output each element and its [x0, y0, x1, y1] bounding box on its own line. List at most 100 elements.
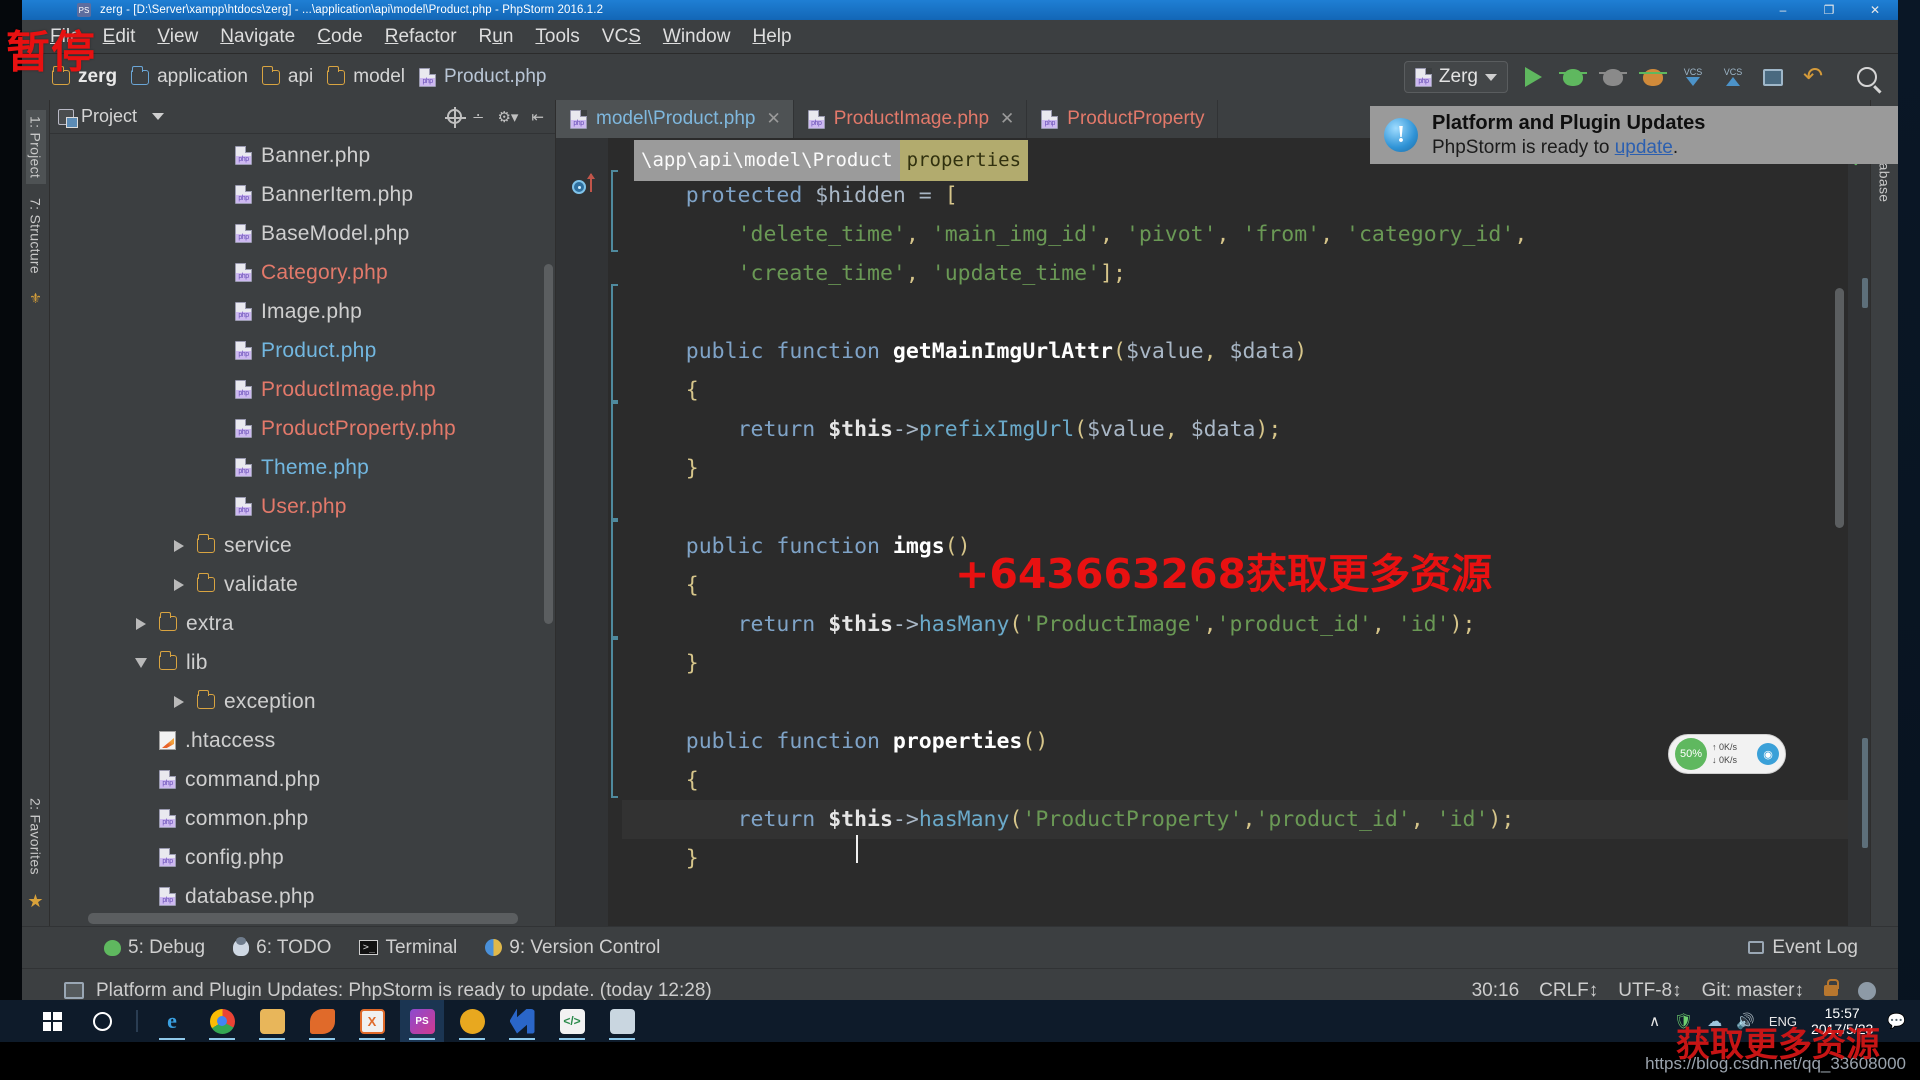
tree-collapse-toggle[interactable]	[132, 657, 150, 668]
caret-position[interactable]: 30:16	[1472, 980, 1520, 1002]
code-folding-strip[interactable]	[608, 138, 622, 926]
tree-item-extra[interactable]: extra	[50, 604, 555, 643]
rail-item-project[interactable]: 1: Project	[25, 110, 46, 185]
undo-button[interactable]: ↶	[1798, 62, 1828, 92]
breadcrumb-model[interactable]: model	[323, 64, 415, 90]
rail-item-structure[interactable]: 7: Structure	[26, 192, 46, 280]
run-configuration-selector[interactable]: Zerg	[1403, 61, 1508, 93]
menu-edit[interactable]: Edit	[93, 23, 146, 50]
xampp-button[interactable]: X	[350, 1000, 394, 1042]
tab-productproperty-php[interactable]: ProductProperty	[1027, 100, 1218, 138]
maximize-button[interactable]: ❐	[1806, 0, 1852, 20]
menu-window[interactable]: Window	[653, 23, 741, 50]
tree-expand-toggle[interactable]	[170, 695, 188, 708]
vcs-compare-button[interactable]	[1758, 62, 1788, 92]
update-link[interactable]: update	[1615, 137, 1673, 158]
tree-item-common-php[interactable]: common.php	[50, 799, 555, 838]
cortana-search-button[interactable]	[80, 1000, 124, 1042]
file-explorer-button[interactable]	[250, 1000, 294, 1042]
editor-vertical-scrollbar[interactable]	[1835, 288, 1844, 528]
toolwindow-debug[interactable]: 5: Debug	[104, 937, 205, 959]
menu-view[interactable]: View	[147, 23, 208, 50]
rail-item-favorites[interactable]: 2: Favorites	[26, 792, 46, 881]
project-tree[interactable]: Banner.php BannerItem.php BaseModel.php Cat…	[50, 134, 555, 926]
menu-vcs[interactable]: VCS	[592, 23, 651, 50]
tree-expand-toggle[interactable]	[170, 578, 188, 591]
tree-item-productimage-php[interactable]: ProductImage.php	[50, 370, 555, 409]
tree-item-service[interactable]: service	[50, 526, 555, 565]
ant-build-icon[interactable]: ⚜	[29, 290, 42, 307]
hide-panel-icon[interactable]: ⇤	[528, 108, 547, 126]
search-everywhere-button[interactable]	[1852, 62, 1882, 92]
tree-item-category-php[interactable]: Category.php	[50, 253, 555, 292]
tree-item-user-php[interactable]: User.php	[50, 487, 555, 526]
menu-navigate[interactable]: Navigate	[210, 23, 305, 50]
star-icon[interactable]: ★	[27, 891, 43, 912]
tree-item-lib[interactable]: lib	[50, 643, 555, 682]
status-message[interactable]: Platform and Plugin Updates: PhpStorm is…	[96, 980, 712, 1002]
menu-help[interactable]: Help	[742, 23, 801, 50]
coverage-button[interactable]	[1638, 62, 1668, 92]
tree-item-validate[interactable]: validate	[50, 565, 555, 604]
tree-item-exception[interactable]: exception	[50, 682, 555, 721]
tree-item-database-php[interactable]: database.php	[50, 877, 555, 916]
vcs-update-button[interactable]: VCS	[1678, 62, 1708, 92]
network-speed-widget[interactable]: 50% ↑ 0K/s ↓ 0K/s ◉	[1668, 734, 1786, 774]
close-icon[interactable]: ✕	[1000, 109, 1014, 129]
notification-balloon[interactable]: ! Platform and Plugin Updates PhpStorm i…	[1370, 106, 1898, 164]
globe-icon[interactable]: ◉	[1757, 743, 1779, 765]
menu-run[interactable]: Run	[469, 23, 524, 50]
minimize-button[interactable]: –	[1760, 0, 1806, 20]
tree-item-image-php[interactable]: Image.php	[50, 292, 555, 331]
tab-model-product-php[interactable]: model\Product.php ✕	[556, 100, 794, 138]
tree-item-command-php[interactable]: command.php	[50, 760, 555, 799]
menu-refactor[interactable]: Refactor	[375, 23, 467, 50]
close-icon[interactable]: ✕	[767, 109, 781, 129]
tree-item-htaccess[interactable]: .htaccess	[50, 721, 555, 760]
chrome-browser-button[interactable]	[200, 1000, 244, 1042]
tree-item-basemodel-php[interactable]: BaseModel.php	[50, 214, 555, 253]
chevron-down-icon[interactable]	[152, 113, 165, 120]
wechat-devtools-button[interactable]	[500, 1000, 544, 1042]
breadcrumb-application[interactable]: application	[127, 64, 258, 90]
line-separator[interactable]: CRLF↕	[1539, 980, 1598, 1002]
tree-item-config-php[interactable]: config.php	[50, 838, 555, 877]
navicat-button[interactable]	[450, 1000, 494, 1042]
project-tree-horizontal-scrollbar[interactable]	[88, 913, 518, 924]
breadcrumb-product-php[interactable]: Product.php	[415, 64, 556, 90]
menu-code[interactable]: Code	[307, 23, 372, 50]
toolwindow-terminal[interactable]: >_ Terminal	[359, 937, 457, 959]
git-branch[interactable]: Git: master↕	[1702, 980, 1804, 1002]
settings-gear-icon[interactable]: ⚙▾	[494, 108, 521, 126]
editor-marker-bar[interactable]: ✓	[1848, 138, 1870, 926]
debug-disabled-button[interactable]	[1598, 62, 1628, 92]
inspection-profile-icon[interactable]	[1858, 981, 1876, 1000]
vscode-button[interactable]: </>	[550, 1000, 594, 1042]
file-encoding[interactable]: UTF-8↕	[1618, 980, 1681, 1002]
debug-button[interactable]	[1558, 62, 1588, 92]
phpstorm-button[interactable]: PS	[400, 1000, 444, 1042]
tree-item-product-php[interactable]: Product.php	[50, 331, 555, 370]
breadcrumb-api[interactable]: api	[258, 64, 323, 90]
notification-center-icon[interactable]: 💬	[1887, 1012, 1906, 1030]
code-editor[interactable]: \app\api\model\Product properties protec…	[622, 138, 1848, 926]
close-button[interactable]: ✕	[1852, 0, 1898, 20]
lock-icon[interactable]	[1824, 979, 1839, 996]
tree-item-banner-php[interactable]: Banner.php	[50, 136, 555, 175]
tree-expand-toggle[interactable]	[132, 617, 150, 630]
toolwindow-event-log[interactable]: Event Log	[1748, 937, 1898, 959]
apache-button[interactable]	[300, 1000, 344, 1042]
run-button[interactable]	[1518, 62, 1548, 92]
toolwindow-version-control[interactable]: 9: Version Control	[485, 937, 660, 959]
tab-productimage-php[interactable]: ProductImage.php ✕	[794, 100, 1028, 138]
project-tree-vertical-scrollbar[interactable]	[544, 264, 553, 624]
scroll-from-source-icon[interactable]	[444, 107, 466, 128]
start-button[interactable]	[30, 1000, 74, 1042]
sublime-button[interactable]	[600, 1000, 644, 1042]
tree-item-theme-php[interactable]: Theme.php	[50, 448, 555, 487]
tree-item-banneritem-php[interactable]: BannerItem.php	[50, 175, 555, 214]
collapse-all-icon[interactable]: ∸	[469, 108, 488, 126]
tree-item-productproperty-php[interactable]: ProductProperty.php	[50, 409, 555, 448]
menu-tools[interactable]: Tools	[525, 23, 589, 50]
editor-gutter[interactable]	[556, 138, 608, 926]
